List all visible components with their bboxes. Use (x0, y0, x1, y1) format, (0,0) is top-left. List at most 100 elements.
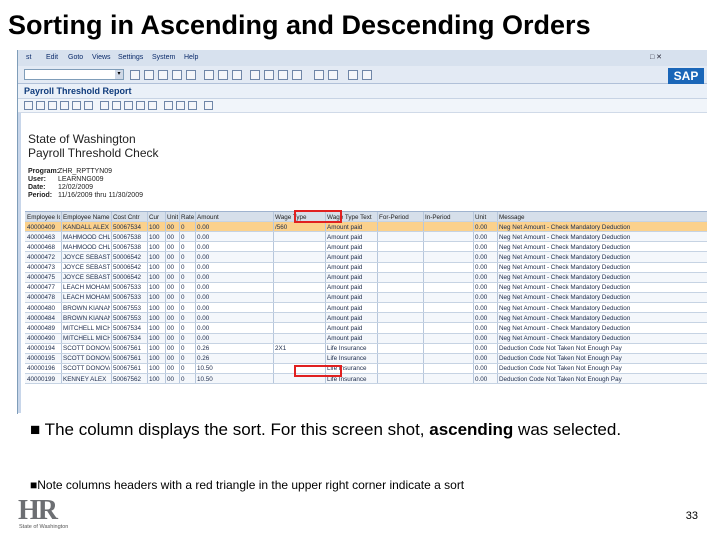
table-row[interactable]: 40000196SCOTT DONOVAN5006756110000010.50… (25, 363, 707, 375)
details-icon[interactable] (24, 101, 33, 110)
print-icon[interactable] (204, 70, 214, 80)
table-row[interactable]: 40000475JOYCE SEBASTIAN500065421000000.0… (25, 272, 707, 283)
column-header-currency[interactable]: Cur (149, 214, 164, 221)
application-toolbar (18, 99, 707, 113)
menu-item-list[interactable]: st (26, 54, 31, 61)
column-divider (147, 262, 148, 272)
meta-label: Period: (28, 192, 53, 199)
cell-currency: 100 (149, 274, 160, 282)
table-row[interactable]: 40000473JOYCE SEBASTIAN500065421000000.0… (25, 262, 707, 273)
cell-employee-id: 40000484 (27, 314, 56, 322)
filter-icon[interactable] (60, 101, 69, 110)
export-icon[interactable] (112, 101, 121, 110)
save-icon[interactable] (144, 70, 154, 80)
help-icon[interactable] (348, 70, 358, 80)
menu-item-edit[interactable]: Edit (46, 54, 58, 61)
cell-unit: 00 (167, 355, 175, 363)
menu-item-system[interactable]: System (152, 54, 175, 61)
column-divider (61, 303, 62, 313)
table-row[interactable]: 40000463MAHMOOD CHLOE500675381000000.00A… (25, 232, 707, 243)
cell-rate: 0 (181, 274, 185, 282)
column-header-unit2[interactable]: Unit (475, 214, 496, 221)
table-row[interactable]: 40000480 BROWN KIANAN 50067553 100 00 0 0.00 Am… (25, 303, 707, 314)
sort-descending-icon[interactable] (48, 101, 57, 110)
find-icon[interactable] (218, 70, 228, 80)
sorted-header-highlight (294, 210, 342, 223)
table-row[interactable]: 40000478LEACH MOHAMMED500675331000000.00… (25, 292, 707, 304)
column-divider (377, 333, 378, 343)
local-file-icon[interactable] (148, 101, 157, 110)
menu-item-settings[interactable]: Settings (118, 54, 143, 61)
layout-icon[interactable] (362, 70, 372, 80)
spreadsheet-icon[interactable] (124, 101, 133, 110)
table-row[interactable]: 40000477LEACH MOHAMMED500675331000000.00… (25, 282, 707, 293)
table-row[interactable]: 40000472JOYCE SEBASTIAN500065421000000.0… (25, 252, 707, 263)
word-icon[interactable] (136, 101, 145, 110)
column-header-rate[interactable]: Rate (181, 214, 194, 221)
table-row[interactable]: 40000489MITCHELL MICHAEL500675341000000.… (25, 323, 707, 334)
column-divider (273, 292, 274, 303)
column-header-employee-name[interactable]: Employee Name (63, 214, 110, 221)
sorted-value-highlight (294, 365, 342, 377)
table-row[interactable]: 40000194SCOTT DONOVAN500675611000000.262… (25, 343, 707, 354)
first-page-icon[interactable] (250, 70, 260, 80)
info-icon[interactable] (204, 101, 213, 110)
previous-page-icon[interactable] (264, 70, 274, 80)
column-divider (423, 232, 424, 242)
cell-unit2: 0.00 (475, 345, 488, 353)
table-row[interactable]: 40000409 KANDALL ALEX 50067534 100 00 0 0.00/5… (25, 222, 707, 233)
table-row[interactable]: 40000195SCOTT DONOVAN500675611000000.26L… (25, 353, 707, 364)
menu-item-views[interactable]: Views (92, 54, 111, 61)
column-header-unit[interactable]: Unit (167, 214, 178, 221)
save-layout-icon[interactable] (188, 101, 197, 110)
shortcut-icon[interactable] (328, 70, 338, 80)
column-header-cost-center[interactable]: Cost Cntr (113, 214, 146, 221)
cell-employee-name: MITCHELL MICHAEL (63, 324, 110, 332)
table-row[interactable]: 40000468MAHMOOD CHLOE500675381000000.00A… (25, 242, 707, 253)
enter-icon[interactable] (130, 70, 140, 80)
table-row[interactable]: 40000484 BROWN KIANAN 50067553 100 00 0 0.00 Am… (25, 313, 707, 324)
column-divider (147, 222, 148, 232)
column-header-employee-id[interactable]: Employee Id (27, 214, 60, 221)
select-layout-icon[interactable] (176, 101, 185, 110)
print-preview-icon[interactable] (100, 101, 109, 110)
next-page-icon[interactable] (278, 70, 288, 80)
table-row[interactable]: 40000490MITCHELL MICHAEL500675341000000.… (25, 333, 707, 344)
table-header-row[interactable]: Employee Id Employee Name Cost Cntr Cur Unit… (25, 211, 707, 222)
last-page-icon[interactable] (292, 70, 302, 80)
cell-wage-type-text: Amount paid (327, 243, 363, 251)
cell-wage-type-text: Amount paid (327, 274, 363, 282)
exit-icon[interactable] (172, 70, 182, 80)
chevron-down-icon[interactable]: ▾ (115, 70, 123, 79)
cell-employee-id: 40000463 (27, 233, 56, 241)
command-field[interactable]: ▾ (24, 69, 124, 80)
column-header-amount[interactable]: Amount (197, 214, 272, 221)
column-header-message[interactable]: Message (499, 214, 705, 221)
cell-wage-type: /560 (275, 223, 288, 231)
column-header-in-period[interactable]: In-Period (425, 214, 472, 221)
menu-item-goto[interactable]: Goto (68, 54, 83, 61)
back-icon[interactable] (158, 70, 168, 80)
menu-item-help[interactable]: Help (184, 54, 198, 61)
column-header-for-period[interactable]: For-Period (379, 214, 422, 221)
cell-employee-id: 40000490 (27, 335, 56, 343)
column-divider (473, 232, 474, 242)
hr-logo-letters: HR (18, 495, 58, 526)
change-layout-icon[interactable] (164, 101, 173, 110)
cell-unit2: 0.00 (475, 335, 488, 343)
cell-currency: 100 (149, 335, 160, 343)
sum-icon[interactable] (72, 101, 81, 110)
new-session-icon[interactable] (314, 70, 324, 80)
column-divider (325, 272, 326, 282)
subtotal-icon[interactable] (84, 101, 93, 110)
column-divider (497, 353, 498, 363)
table-row[interactable]: 40000199 KENNEY ALEX 50067562 100 00 0 10.50 Li… (25, 374, 707, 385)
column-divider (179, 323, 180, 333)
find-next-icon[interactable] (232, 70, 242, 80)
column-divider (377, 212, 378, 221)
sort-ascending-icon[interactable] (36, 101, 45, 110)
cancel-icon[interactable] (186, 70, 196, 80)
window-controls[interactable]: □ ✕ (650, 53, 662, 61)
column-divider (423, 212, 424, 221)
column-divider (325, 323, 326, 333)
